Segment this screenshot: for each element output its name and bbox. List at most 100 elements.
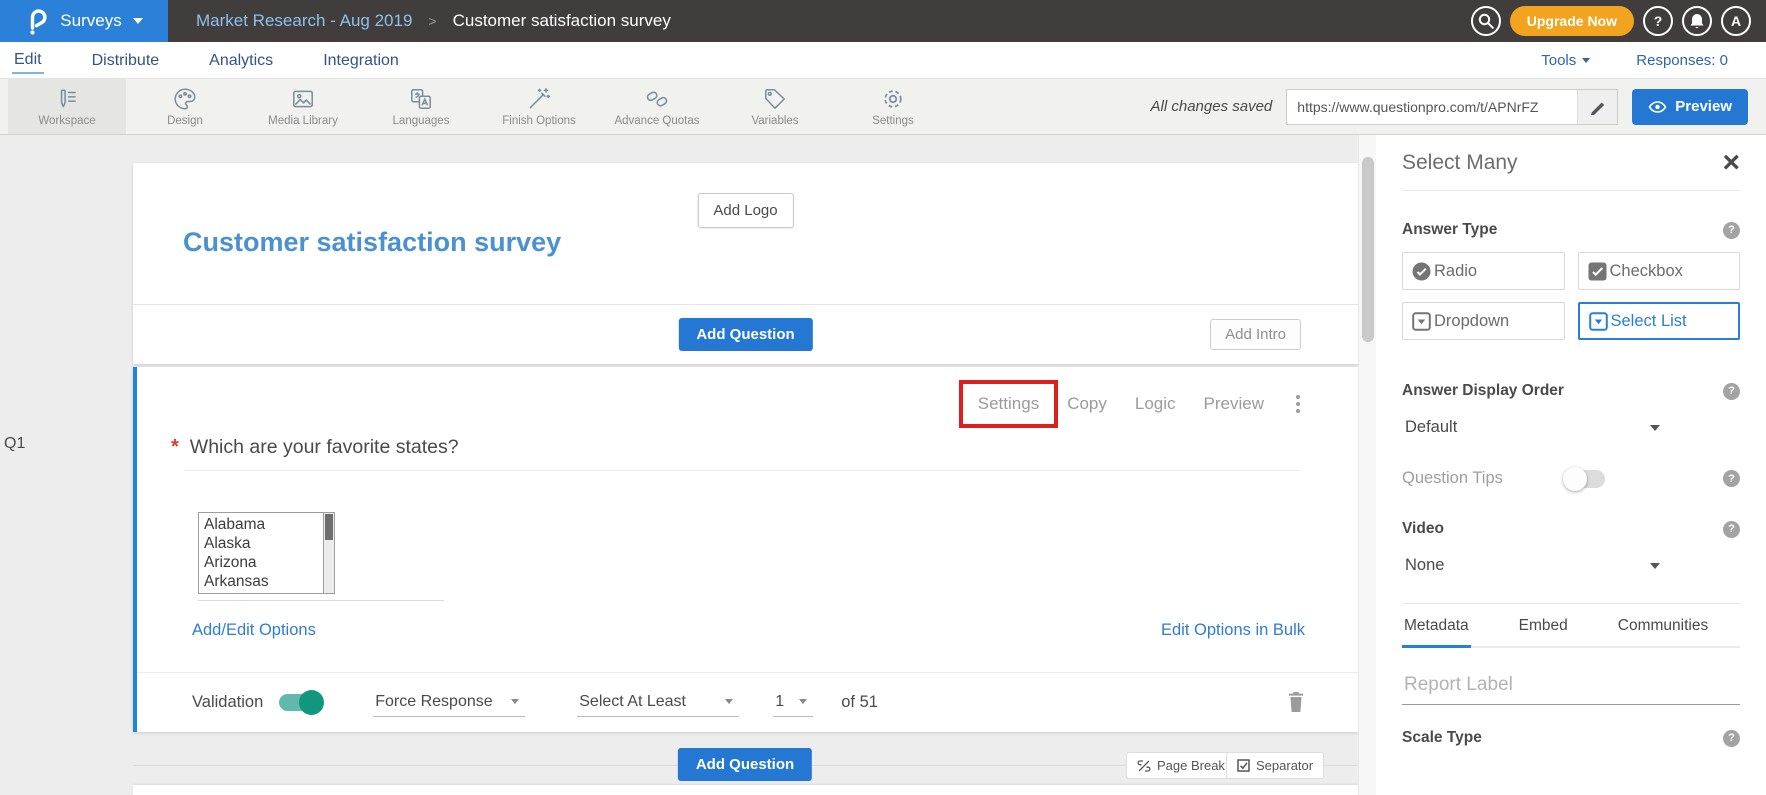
breadcrumb-separator: > — [428, 13, 436, 29]
dropdown-box-icon — [1412, 312, 1431, 331]
add-logo-button[interactable]: Add Logo — [697, 193, 793, 228]
close-icon[interactable]: × — [1722, 152, 1740, 174]
toolbar-item-settings[interactable]: Settings — [834, 79, 952, 134]
answer-type-dropdown[interactable]: Dropdown — [1402, 302, 1565, 340]
divider — [133, 304, 1358, 305]
answer-select-list[interactable]: Alabama Alaska Arizona Arkansas — [198, 512, 335, 594]
question-number-label: Q1 — [4, 435, 25, 453]
question-copy-button[interactable]: Copy — [1067, 394, 1107, 414]
min-count-dropdown[interactable]: 1 — [773, 687, 813, 717]
preview-button[interactable]: Preview — [1632, 89, 1748, 125]
survey-url-input[interactable] — [1287, 90, 1577, 124]
gear-icon — [880, 86, 906, 112]
question-mark-icon: ? — [1654, 13, 1663, 29]
add-question-button-top[interactable]: Add Question — [678, 318, 812, 351]
answer-type-checkbox[interactable]: Checkbox — [1578, 252, 1741, 290]
toggle-knob — [1563, 467, 1587, 491]
question-text-row: * Which are your favorite states? — [171, 436, 459, 459]
answer-type-radio[interactable]: Radio — [1402, 252, 1565, 290]
help-button[interactable]: ? — [1643, 6, 1673, 36]
listbox-scrollbar[interactable] — [323, 513, 334, 593]
tab-integration[interactable]: Integration — [321, 47, 401, 73]
list-item[interactable]: Alaska — [204, 534, 320, 553]
edit-url-button[interactable] — [1577, 90, 1617, 124]
answer-type-select-list[interactable]: Select List — [1578, 302, 1741, 340]
chevron-down-icon — [799, 699, 807, 704]
vertical-scrollbar[interactable] — [1358, 135, 1376, 795]
toolbar-item-languages[interactable]: Languages — [362, 79, 480, 134]
chevron-down-icon — [725, 699, 733, 704]
toggle-knob — [299, 690, 324, 715]
force-response-dropdown[interactable]: Force Response — [373, 687, 525, 717]
answer-type-label: Answer Type — [1402, 221, 1497, 239]
notifications-button[interactable] — [1682, 6, 1712, 36]
toolbar-item-advance-quotas[interactable]: Advance Quotas — [598, 79, 716, 134]
validation-toggle[interactable] — [279, 694, 321, 711]
survey-nav: Edit Distribute Analytics Integration To… — [0, 42, 1766, 78]
list-item[interactable]: Arizona — [204, 553, 320, 572]
listbox-scrollbar-thumb[interactable] — [325, 514, 333, 540]
separator-button[interactable]: Separator — [1226, 752, 1324, 779]
survey-title[interactable]: Customer satisfaction survey — [183, 227, 561, 258]
select-list-box-icon — [1589, 312, 1608, 331]
trash-icon — [1286, 691, 1306, 713]
bell-icon — [1688, 13, 1706, 30]
translate-icon — [408, 86, 434, 112]
answer-display-order-dropdown[interactable]: Default — [1402, 418, 1660, 437]
upgrade-now-button[interactable]: Upgrade Now — [1510, 6, 1634, 36]
video-dropdown[interactable]: None — [1402, 556, 1660, 575]
scrollbar-thumb[interactable] — [1362, 157, 1374, 342]
add-edit-options-link[interactable]: Add/Edit Options — [192, 621, 316, 640]
tab-distribute[interactable]: Distribute — [90, 47, 162, 73]
question-preview-button[interactable]: Preview — [1204, 394, 1264, 414]
toolbar-item-design[interactable]: Design — [126, 79, 244, 134]
toolbar-item-media-library[interactable]: Media Library — [244, 79, 362, 134]
tab-edit[interactable]: Edit — [12, 46, 44, 74]
tab-metadata[interactable]: Metadata — [1402, 604, 1471, 648]
top-bar: Surveys Market Research - Aug 2019 > Cus… — [0, 0, 1766, 42]
report-label-input[interactable] — [1402, 674, 1740, 705]
breadcrumb-folder[interactable]: Market Research - Aug 2019 — [196, 11, 412, 31]
help-icon[interactable]: ? — [1723, 470, 1740, 487]
toolbar-right: All changes saved Preview — [1151, 79, 1766, 134]
help-icon[interactable]: ? — [1723, 222, 1740, 239]
of-total-label: of 51 — [841, 693, 878, 712]
kebab-menu-icon[interactable] — [1294, 393, 1302, 415]
workspace-icon — [54, 86, 80, 112]
survey-header-card: Add Logo Customer satisfaction survey Ad… — [133, 163, 1358, 364]
add-question-button-bottom[interactable]: Add Question — [678, 748, 812, 781]
account-avatar[interactable]: A — [1721, 6, 1751, 36]
edit-options-in-bulk-link[interactable]: Edit Options in Bulk — [1161, 621, 1305, 640]
question-text[interactable]: Which are your favorite states? — [190, 436, 459, 459]
question-tips-toggle[interactable] — [1565, 470, 1605, 488]
toolbar-item-workspace[interactable]: Workspace — [8, 79, 126, 134]
surveys-menu[interactable]: Surveys — [0, 0, 168, 42]
validation-row: Validation Force Response Select At Leas… — [192, 672, 1306, 732]
tab-analytics[interactable]: Analytics — [207, 47, 275, 73]
tools-label: Tools — [1541, 52, 1576, 69]
survey-editor-canvas: Q1 Add Logo Customer satisfaction survey… — [0, 135, 1358, 795]
delete-question-button[interactable] — [1286, 691, 1306, 713]
list-item[interactable]: Arkansas — [204, 572, 320, 591]
toolbar-item-variables[interactable]: Variables — [716, 79, 834, 134]
responses-count[interactable]: Responses: 0 — [1636, 52, 1728, 69]
required-asterisk: * — [171, 436, 179, 459]
help-icon[interactable]: ? — [1723, 521, 1740, 538]
image-icon — [290, 86, 316, 112]
toolbar-item-finish-options[interactable]: Finish Options — [480, 79, 598, 134]
tab-embed[interactable]: Embed — [1517, 604, 1570, 646]
help-icon[interactable]: ? — [1723, 383, 1740, 400]
next-card-edge — [133, 785, 1358, 795]
checkbox-check-icon — [1588, 262, 1607, 281]
chevron-down-icon — [133, 18, 143, 24]
select-rule-dropdown[interactable]: Select At Least — [577, 687, 739, 717]
product-label: Surveys — [60, 11, 121, 31]
help-icon[interactable]: ? — [1723, 730, 1740, 747]
tab-communities[interactable]: Communities — [1616, 604, 1710, 646]
page-break-button[interactable]: Page Break — [1126, 752, 1236, 779]
tools-menu[interactable]: Tools — [1541, 52, 1590, 69]
question-logic-button[interactable]: Logic — [1135, 394, 1176, 414]
list-item[interactable]: Alabama — [204, 515, 320, 534]
search-button[interactable] — [1471, 6, 1501, 36]
add-intro-button[interactable]: Add Intro — [1210, 319, 1301, 350]
